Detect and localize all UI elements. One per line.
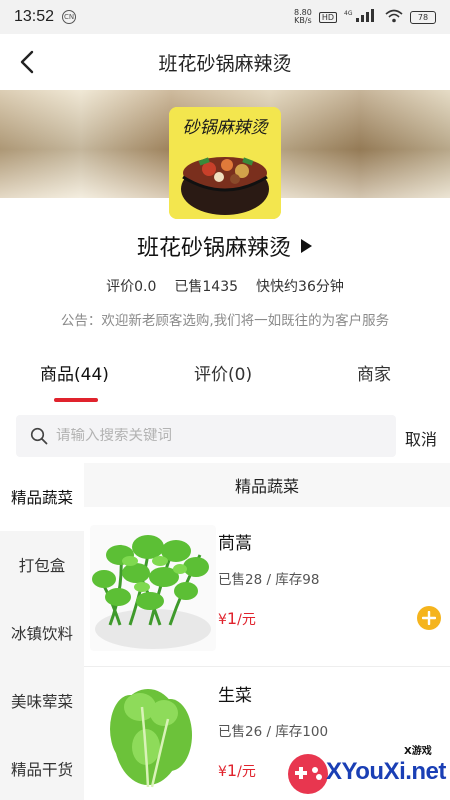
shop-stats: 评价0.0 已售1435 快快约36分钟 [0, 276, 450, 296]
price-unit: /元 [237, 764, 256, 780]
product-sales-stock: 已售28 / 库存98 [218, 572, 320, 588]
category-item-boxes[interactable]: 打包盒 [0, 531, 84, 599]
arrow-right-icon [301, 239, 312, 253]
speed-unit: KB/s [294, 16, 312, 25]
tab-merchant[interactable]: 商家 [357, 360, 391, 385]
tab-bar: 商品(44) 评价(0) 商家 [0, 352, 450, 402]
search-icon [30, 427, 48, 445]
category-sidebar: 精品蔬菜 打包盒 冰镇饮料 美味荤菜 精品干货 [0, 463, 84, 800]
product-image-chrysanthemum [90, 525, 216, 651]
price-unit: /元 [237, 612, 256, 628]
product-name: 茼蒿 [218, 534, 252, 554]
delivery-time-text: 快快约36分钟 [256, 279, 344, 295]
wifi-icon [385, 9, 403, 25]
category-item-drinks[interactable]: 冰镇饮料 [0, 599, 84, 667]
active-tab-indicator [54, 398, 98, 402]
category-item-vegetables[interactable]: 精品蔬菜 [0, 463, 84, 531]
product-price: ¥1/元 [218, 609, 256, 629]
shop-name-row[interactable]: 班花砂锅麻辣烫 [0, 230, 450, 262]
page-title: 班花砂锅麻辣烫 [158, 52, 292, 75]
notification-icon: CN [62, 10, 77, 24]
svg-text:砂锅麻辣烫: 砂锅麻辣烫 [183, 118, 270, 138]
price-symbol: ¥ [218, 764, 227, 780]
back-icon[interactable] [14, 48, 42, 76]
nav-bar: 班花砂锅麻辣烫 [0, 34, 450, 90]
battery-icon: 78 [410, 10, 436, 24]
hd-icon: HD [318, 11, 337, 23]
watermark-text: XYouXi.net [326, 758, 446, 785]
product-image-lettuce [90, 677, 216, 800]
category-item-dried-goods[interactable]: 精品干货 [0, 735, 84, 800]
product-name: 生菜 [218, 686, 252, 706]
shop-name: 班花砂锅麻辣烫 [136, 236, 291, 261]
status-icons: 8.80 KB/s HD 4G 78 [294, 9, 436, 25]
plus-icon [422, 611, 436, 625]
tab-goods[interactable]: 商品(44) [40, 360, 109, 385]
network-speed: 8.80 KB/s [294, 9, 312, 25]
sold-text: 已售1435 [174, 279, 239, 295]
watermark-logo: X游戏 XYouXi.net [286, 740, 450, 800]
product-item[interactable]: 茼蒿 已售28 / 库存98 ¥1/元 [84, 525, 450, 675]
product-sales-stock: 已售26 / 库存100 [218, 724, 329, 740]
category-item-meat[interactable]: 美味荤菜 [0, 667, 84, 735]
gamepad-icon [288, 754, 328, 794]
product-price: ¥1/元 [218, 761, 256, 781]
cancel-button[interactable]: 取消 [405, 426, 437, 450]
price-value: 1 [226, 761, 238, 780]
search-box [16, 415, 396, 457]
status-time: 13:52 [14, 8, 55, 25]
add-to-cart-button[interactable] [417, 606, 441, 630]
search-input[interactable] [56, 428, 376, 444]
shop-notice: 公告：欢迎新老顾客选购,我们将一如既往的为客户服务 [60, 313, 390, 329]
product-divider [84, 666, 450, 667]
signal-icon: 4G [344, 9, 378, 25]
price-value: 1 [226, 609, 238, 628]
svg-text:4G: 4G [344, 10, 353, 17]
watermark-small-text: X游戏 [404, 746, 432, 757]
status-bar: 13:52 CN 8.80 KB/s HD 4G 78 [0, 0, 450, 34]
section-title: 精品蔬菜 [84, 463, 450, 507]
tab-reviews[interactable]: 评价(0) [194, 360, 252, 385]
price-symbol: ¥ [218, 612, 227, 628]
rating-text: 评价0.0 [106, 279, 157, 295]
shop-logo: 砂锅麻辣烫 [169, 107, 281, 219]
